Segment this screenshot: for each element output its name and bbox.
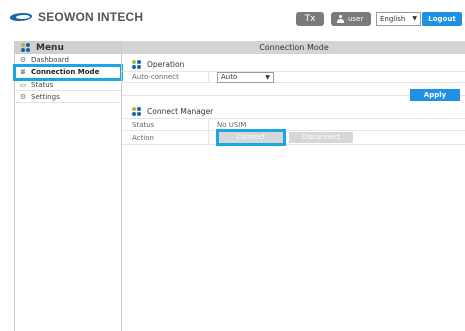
user-icon bbox=[337, 15, 344, 23]
action-row: Action Connect Disconnect bbox=[122, 129, 465, 146]
manager-section-title: Connect Manager bbox=[122, 104, 465, 118]
status-value: No USIM bbox=[208, 119, 465, 130]
monitor-icon: ▭ bbox=[19, 80, 27, 89]
sidebar-item-label: Connection Mode bbox=[31, 68, 100, 76]
main-panel: Connection Mode Operation Auto-connect A… bbox=[121, 41, 465, 331]
user-button[interactable]: user bbox=[331, 12, 371, 26]
page-title: Connection Mode bbox=[122, 41, 465, 54]
dropdown-arrow-icon: ▼ bbox=[412, 15, 417, 22]
sidebar: Menu ⚙ Dashboard ʬ Connection Mode ▭ Sta… bbox=[13, 41, 123, 331]
connect-highlight: Connect bbox=[216, 129, 286, 146]
menu-header: Menu bbox=[15, 41, 121, 54]
manager-title: Connect Manager bbox=[147, 106, 214, 116]
auto-connect-select[interactable]: Auto ▼ bbox=[217, 71, 274, 83]
dashboard-icon: ⚙ bbox=[19, 55, 27, 64]
user-label: user bbox=[348, 15, 364, 23]
status-row: Status No USIM bbox=[122, 118, 465, 131]
sidebar-item-status[interactable]: ▭ Status bbox=[15, 79, 121, 91]
connect-button[interactable]: Connect bbox=[219, 132, 283, 143]
status-label: Status bbox=[132, 120, 155, 129]
sidebar-item-label: Settings bbox=[31, 92, 60, 101]
logout-button[interactable]: Logout bbox=[422, 12, 462, 26]
language-value: English bbox=[380, 15, 406, 23]
gear-icon: ⚙ bbox=[19, 92, 27, 101]
header: SEOWON INTECH Tx user English ▼ Logout bbox=[0, 0, 465, 38]
action-label: Action bbox=[132, 133, 154, 142]
section-dots-icon bbox=[132, 59, 141, 69]
sidebar-item-connection-mode[interactable]: ʬ Connection Mode bbox=[13, 64, 123, 81]
disconnect-button[interactable]: Disconnect bbox=[289, 132, 353, 143]
auto-connect-label: Auto-connect bbox=[132, 73, 179, 81]
brand-logo[interactable]: SEOWON INTECH bbox=[8, 10, 144, 24]
antenna-icon: ʬ bbox=[20, 68, 26, 76]
apply-button[interactable]: Apply bbox=[410, 89, 460, 101]
sidebar-item-label: Dashboard bbox=[31, 55, 69, 64]
auto-connect-value: Auto bbox=[221, 72, 238, 81]
sidebar-item-dashboard[interactable]: ⚙ Dashboard bbox=[15, 54, 121, 66]
menu-title: Menu bbox=[36, 42, 64, 53]
dropdown-arrow-icon: ▼ bbox=[265, 73, 270, 81]
tx-button[interactable]: Tx bbox=[296, 12, 324, 26]
section-dots-icon bbox=[132, 106, 141, 116]
auto-connect-row: Auto-connect Auto ▼ bbox=[122, 71, 465, 83]
sidebar-item-settings[interactable]: ⚙ Settings bbox=[15, 91, 121, 103]
operation-section-title: Operation bbox=[122, 57, 465, 71]
operation-title: Operation bbox=[147, 59, 185, 69]
menu-dots-icon bbox=[21, 43, 30, 52]
sidebar-item-label: Status bbox=[31, 80, 54, 89]
language-select[interactable]: English ▼ bbox=[376, 12, 421, 26]
brand-name: SEOWON INTECH bbox=[38, 10, 144, 24]
logo-swoosh-icon bbox=[8, 10, 34, 24]
